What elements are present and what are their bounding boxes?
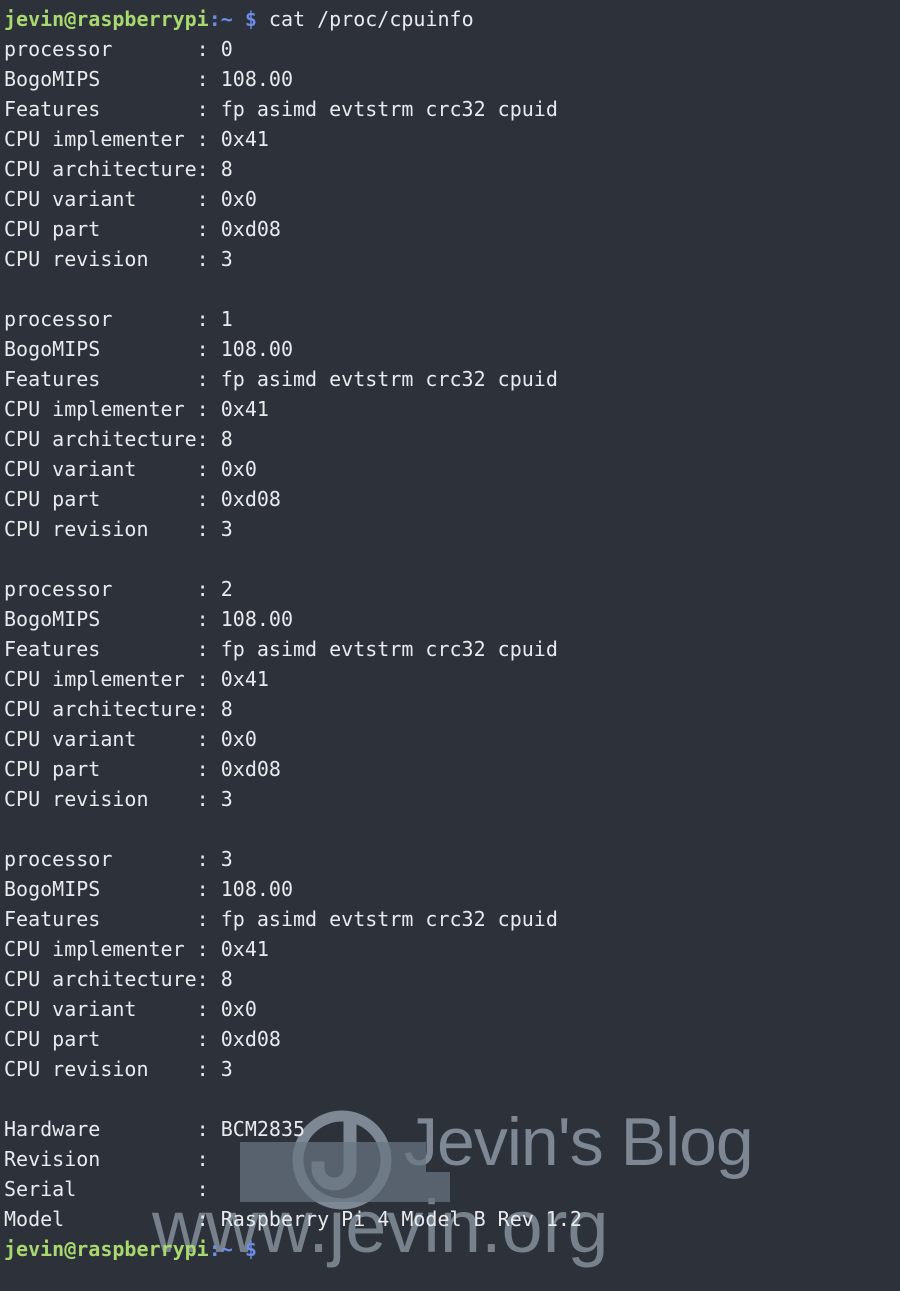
cpuinfo-line: CPU variant : 0x0 [4, 187, 257, 211]
cpuinfo-line [4, 544, 900, 574]
cpuinfo-line: BogoMIPS : 108.00 [4, 67, 293, 91]
cpuinfo-line: Serial : [4, 1177, 221, 1201]
cpuinfo-line: CPU implementer : 0x41 [4, 127, 269, 151]
prompt-line-command: jevin@raspberrypi:~ $ cat /proc/cpuinfo [4, 4, 900, 34]
cpuinfo-line [4, 1084, 900, 1114]
cpuinfo-line: CPU part : 0xd08 [4, 487, 281, 511]
revision-redaction-block [240, 1142, 426, 1172]
cpuinfo-line: CPU implementer : 0x41 [4, 397, 269, 421]
cpuinfo-line: CPU part : 0xd08 [4, 217, 281, 241]
cpuinfo-line [4, 274, 900, 304]
cpuinfo-line: Features : fp asimd evtstrm crc32 cpuid [4, 907, 558, 931]
cpuinfo-line: CPU architecture: 8 [4, 697, 233, 721]
prompt-user-host: jevin@raspberrypi [4, 7, 209, 31]
cpuinfo-line: processor : 3 [4, 847, 233, 871]
cpuinfo-line: Model : Raspberry Pi 4 Model B Rev 1.2 [4, 1207, 582, 1231]
cpuinfo-line: Features : fp asimd evtstrm crc32 cpuid [4, 637, 558, 661]
cpuinfo-line: CPU variant : 0x0 [4, 997, 257, 1021]
terminal-window[interactable]: Jevin's Blog www.jevin.org jevin@raspber… [0, 0, 900, 1291]
cpuinfo-line: CPU architecture: 8 [4, 427, 233, 451]
cpuinfo-line: CPU architecture: 8 [4, 157, 233, 181]
cpuinfo-line: BogoMIPS : 108.00 [4, 607, 293, 631]
command-text: cat /proc/cpuinfo [256, 7, 474, 31]
prompt-symbol: $ [244, 7, 257, 31]
cpuinfo-line: processor : 2 [4, 577, 233, 601]
prompt-path: :~ [208, 7, 233, 31]
prompt-end-symbol: $ [244, 1237, 257, 1261]
cpuinfo-line: Features : fp asimd evtstrm crc32 cpuid [4, 97, 558, 121]
cpuinfo-line: processor : 1 [4, 307, 233, 331]
cpuinfo-line: Revision : [4, 1147, 221, 1171]
cpuinfo-line: CPU revision : 3 [4, 247, 233, 271]
cpuinfo-line [4, 814, 900, 844]
cpuinfo-line: CPU variant : 0x0 [4, 727, 257, 751]
cpuinfo-line: CPU revision : 3 [4, 787, 233, 811]
cpuinfo-line: CPU revision : 3 [4, 517, 233, 541]
cpuinfo-line: CPU part : 0xd08 [4, 757, 281, 781]
prompt-end-path: :~ [208, 1237, 233, 1261]
cpuinfo-line: CPU implementer : 0x41 [4, 937, 269, 961]
cpuinfo-line: BogoMIPS : 108.00 [4, 877, 293, 901]
serial-redaction-block [240, 1172, 450, 1202]
cpuinfo-line: processor : 0 [4, 37, 233, 61]
cpuinfo-line: CPU part : 0xd08 [4, 1027, 281, 1051]
prompt-line-end[interactable]: jevin@raspberrypi:~ $ [4, 1234, 900, 1264]
prompt-end-user-host: jevin@raspberrypi [4, 1237, 209, 1261]
cpuinfo-line: Hardware : BCM2835 [4, 1117, 306, 1141]
terminal-output: jevin@raspberrypi:~ $ cat /proc/cpuinfo … [0, 0, 900, 1264]
cpuinfo-line: CPU implementer : 0x41 [4, 667, 269, 691]
cpuinfo-line: CPU revision : 3 [4, 1057, 233, 1081]
cpuinfo-line: CPU architecture: 8 [4, 967, 233, 991]
cpuinfo-line: BogoMIPS : 108.00 [4, 337, 293, 361]
cpuinfo-line: Features : fp asimd evtstrm crc32 cpuid [4, 367, 558, 391]
cpuinfo-line: CPU variant : 0x0 [4, 457, 257, 481]
cpuinfo-lines: processor : 0 BogoMIPS : 108.00 Features :… [4, 34, 900, 1234]
